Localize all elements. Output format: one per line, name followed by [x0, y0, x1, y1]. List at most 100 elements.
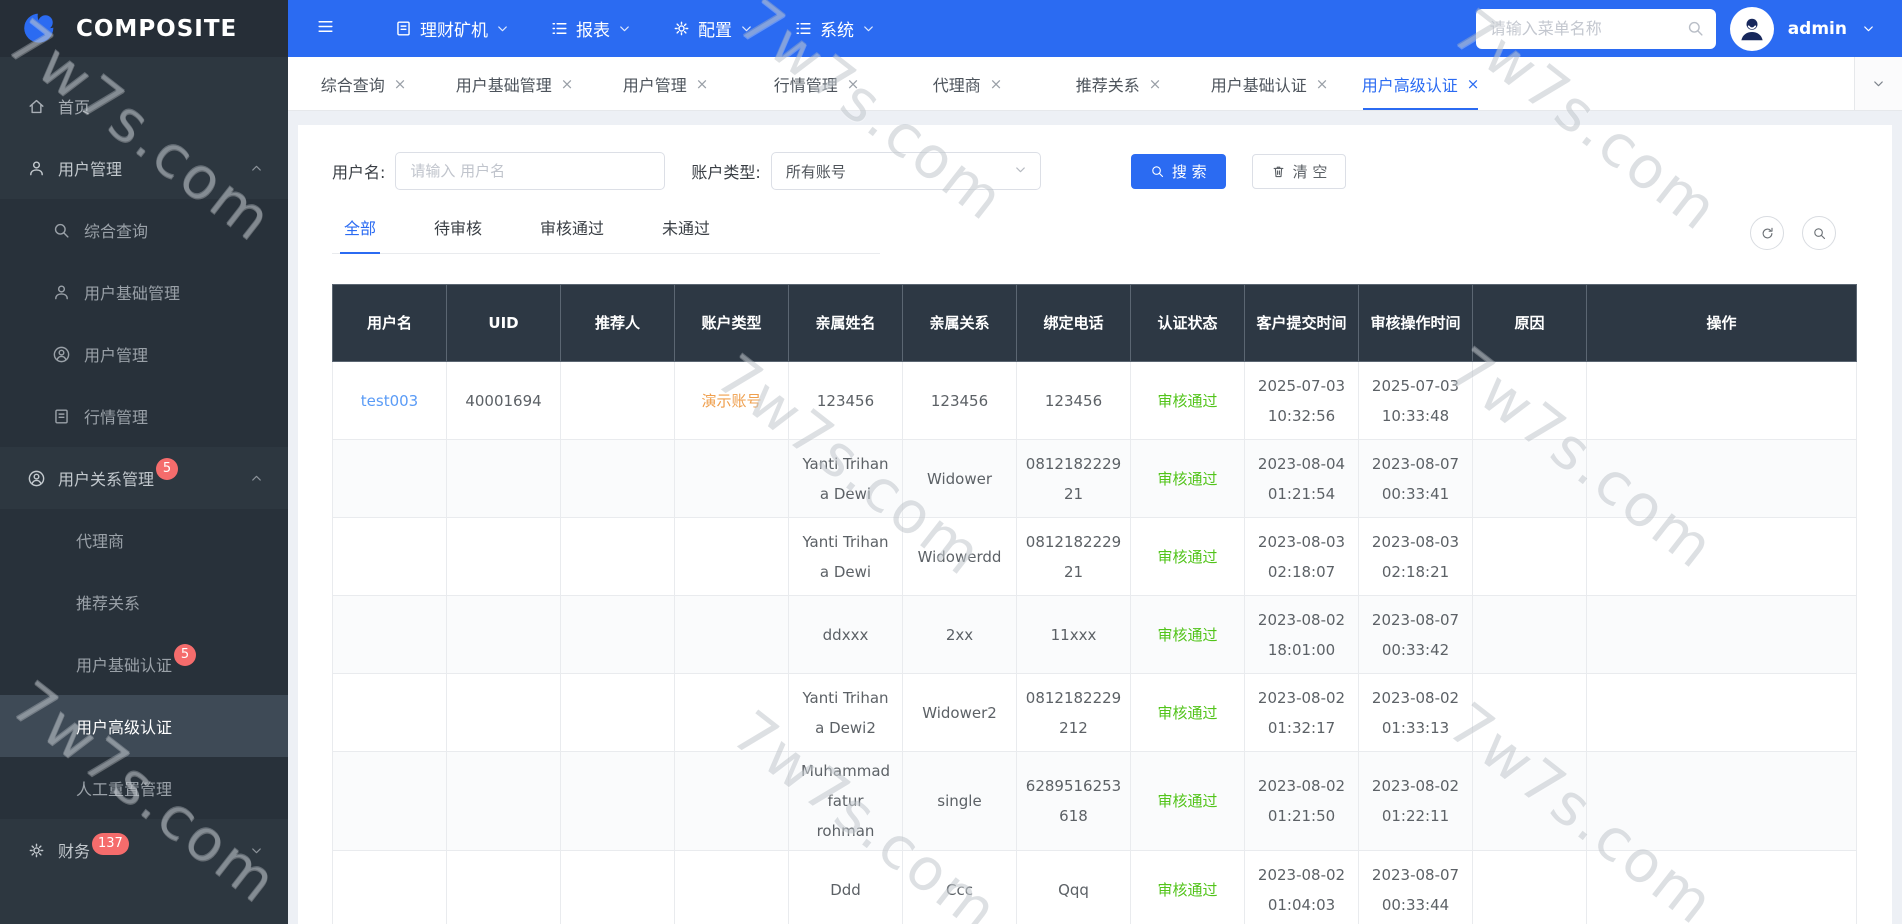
sidebar-item-财务[interactable]: 财务 137	[0, 819, 288, 881]
close-icon[interactable]: ×	[1149, 75, 1162, 93]
table-cell: Yanti Trihan a Dewi	[788, 517, 903, 596]
sidebar-item-label: 用户高级认证	[76, 718, 173, 737]
subtab-全部[interactable]: 全部	[339, 215, 381, 254]
tab-list-dropdown-button[interactable]	[1854, 57, 1902, 110]
table-cell: 2023-08-02 01:21:50	[1244, 751, 1359, 851]
sidebar-item-推荐关系[interactable]: 推荐关系	[0, 571, 288, 633]
close-icon[interactable]: ×	[1316, 75, 1329, 93]
status-subtabs-row: 全部 待审核 审核通过 未通过	[332, 215, 1892, 254]
sidebar-item-label: 首页	[58, 98, 91, 117]
table-cell	[560, 517, 675, 596]
close-icon[interactable]: ×	[394, 75, 407, 93]
chevron-down-icon	[495, 21, 510, 36]
table-cell	[1472, 439, 1587, 518]
account-type-label: 账户类型:	[691, 163, 761, 182]
table-cell	[1472, 850, 1587, 924]
table-cell: 2023-08-03 02:18:07	[1244, 517, 1359, 596]
table-cell: 40001694	[446, 361, 561, 440]
column-header-客户提交时间: 客户提交时间	[1244, 284, 1359, 362]
hamburger-icon[interactable]	[316, 17, 340, 41]
sidebar-item-人工重置管理[interactable]: 人工重置管理	[0, 757, 288, 819]
table-cell: 123456	[1016, 361, 1131, 440]
close-icon[interactable]: ×	[847, 75, 860, 93]
table-cell: 2023-08-07 00:33:41	[1358, 439, 1473, 518]
table-cell	[674, 751, 789, 851]
sidebar-submenu: 代理商推荐关系用户基础认证 5 用户高级认证人工重置管理	[0, 509, 288, 819]
sidebar-item-代理商[interactable]: 代理商	[0, 509, 288, 571]
sidebar-item-用户关系管理[interactable]: 用户关系管理 5	[0, 447, 288, 509]
close-icon[interactable]: ×	[696, 75, 709, 93]
tab-用户管理[interactable]: 用户管理 ×	[590, 57, 741, 110]
sidebar-item-用户管理[interactable]: 用户管理	[0, 323, 288, 385]
tab-用户高级认证[interactable]: 用户高级认证 ×	[1345, 57, 1496, 110]
sidebar-item-用户高级认证[interactable]: 用户高级认证	[0, 695, 288, 757]
table-cell	[674, 850, 789, 924]
gear-icon	[27, 841, 46, 860]
clear-button[interactable]: 清 空	[1251, 153, 1347, 189]
sidebar-item-行情管理[interactable]: 行情管理	[0, 385, 288, 447]
table-cell: 2xx	[902, 595, 1017, 674]
topbar-menu-配置[interactable]: 配置	[672, 16, 754, 41]
table-cell: 2023-08-02 18:01:00	[1244, 595, 1359, 674]
close-icon[interactable]: ×	[990, 75, 1003, 93]
brand: COMPOSITE	[0, 0, 288, 57]
topbar-menu-报表[interactable]: 报表	[550, 16, 632, 41]
sidebar-item-label: 推荐关系	[76, 594, 141, 613]
subtab-未通过[interactable]: 未通过	[662, 215, 710, 241]
close-icon[interactable]: ×	[1467, 75, 1480, 93]
sidebar-item-首页[interactable]: 首页	[0, 75, 288, 137]
account-type-select[interactable]: 所有账号	[770, 152, 1041, 190]
search-button[interactable]: 搜 索	[1130, 153, 1226, 189]
table-cell	[560, 751, 675, 851]
tab-推荐关系[interactable]: 推荐关系 ×	[1043, 57, 1194, 110]
table-cell: 2023-08-02 01:22:11	[1358, 751, 1473, 851]
topbar-right: admin	[1475, 6, 1876, 51]
topbar-menus: 理财矿机 报表 配置 系统	[394, 16, 876, 41]
count-badge: 5	[174, 644, 197, 666]
search-icon[interactable]	[1686, 19, 1705, 42]
home-icon	[27, 97, 46, 116]
sidebar-item-用户基础认证[interactable]: 用户基础认证 5	[0, 633, 288, 695]
table-cell	[332, 439, 447, 518]
table-search-button[interactable]	[1802, 216, 1836, 250]
sidebar-item-综合查询[interactable]: 综合查询	[0, 199, 288, 261]
tab-综合查询[interactable]: 综合查询 ×	[288, 57, 439, 110]
table-cell: 123456	[788, 361, 903, 440]
table-cell	[560, 595, 675, 674]
sidebar-item-用户管理[interactable]: 用户管理	[0, 137, 288, 199]
user-chevron-down-icon[interactable]	[1861, 21, 1876, 36]
open-tabs: 综合查询 × 用户基础管理 × 用户管理 × 行情管理 × 代理商 × 推荐关系 × 用户基础认证 × 用户…	[288, 57, 1854, 110]
table-cell	[560, 439, 675, 518]
sidebar-item-用户基础管理[interactable]: 用户基础管理	[0, 261, 288, 323]
username-link[interactable]: test003	[332, 361, 447, 440]
avatar[interactable]	[1729, 6, 1774, 51]
list-icon	[550, 19, 569, 38]
username-input[interactable]	[395, 152, 666, 190]
table-cell	[1586, 673, 1857, 752]
topbar-menu-理财矿机[interactable]: 理财矿机	[394, 16, 510, 41]
column-header-亲属关系: 亲属关系	[902, 284, 1017, 362]
subtab-待审核[interactable]: 待审核	[434, 215, 482, 241]
chevron-up-icon	[249, 471, 264, 486]
tab-行情管理[interactable]: 行情管理 ×	[741, 57, 892, 110]
table-cell	[332, 595, 447, 674]
sidebar-item-label: 用户管理	[84, 346, 149, 365]
topbar-menu-系统[interactable]: 系统	[794, 16, 876, 41]
tab-用户基础认证[interactable]: 用户基础认证 ×	[1194, 57, 1345, 110]
subtab-审核通过[interactable]: 审核通过	[540, 215, 604, 241]
user-icon	[52, 283, 71, 302]
menu-search-input[interactable]	[1475, 8, 1716, 49]
tab-代理商[interactable]: 代理商 ×	[892, 57, 1043, 110]
table-row: Yanti Trihan a Dewi2 Widower2 081218222921…	[332, 673, 1857, 752]
table-row: test003 40001694 演示账号 123456 123456 123456 审核通…	[332, 361, 1857, 440]
sidebar: COMPOSITE 首页 用户管理 综合查询 用户基础管理 用户管理 行情管理 用户关系管理…	[0, 0, 288, 924]
table-cell	[1472, 751, 1587, 851]
refresh-button[interactable]	[1750, 216, 1784, 250]
table-cell	[674, 673, 789, 752]
close-icon[interactable]: ×	[561, 75, 574, 93]
tab-用户基础管理[interactable]: 用户基础管理 ×	[439, 57, 590, 110]
table-cell	[446, 850, 561, 924]
sidebar-item-label: 代理商	[76, 532, 125, 551]
table-cell: Widower2	[902, 673, 1017, 752]
username[interactable]: admin	[1788, 19, 1847, 39]
